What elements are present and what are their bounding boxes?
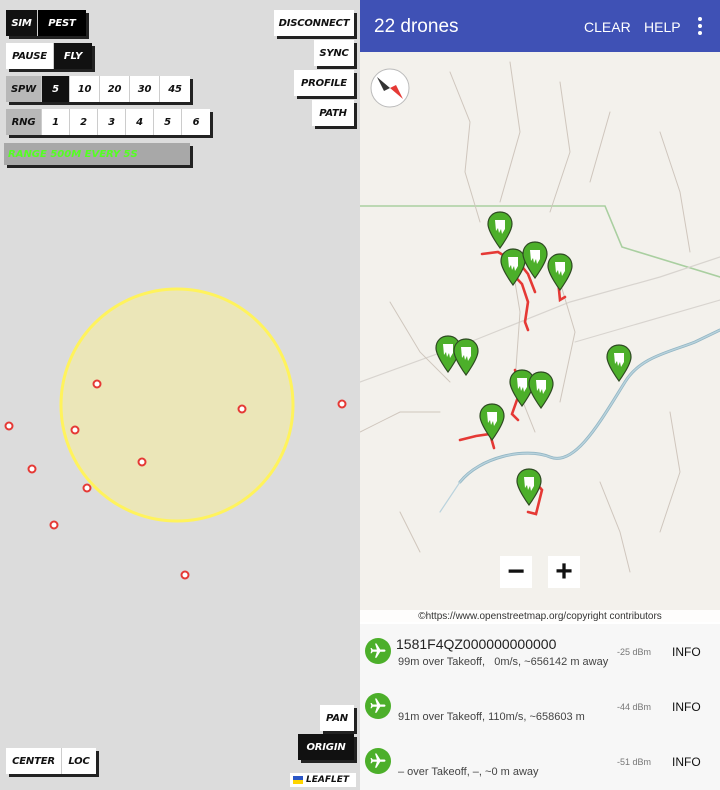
app-pane: 22 drones CLEAR HELP − + ©https://www.op… <box>360 0 720 790</box>
origin-button[interactable]: ORIGIN <box>298 734 354 760</box>
pest-button[interactable]: PEST <box>38 10 86 36</box>
sim-drone-marker <box>180 570 190 580</box>
sim-drone-marker <box>237 404 247 414</box>
drone-detail: 99m over Takeoff, 0m/s, ~656142 m away <box>398 656 609 668</box>
drone-list: 1581F4QZ000000000000 99m over Takeoff, 0… <box>360 624 720 790</box>
sim-drone-marker <box>337 399 347 409</box>
profile-wrap: PROFILE <box>294 70 354 96</box>
sim-mode-toggle: SIM PEST <box>6 10 86 36</box>
help-button[interactable]: HELP <box>644 19 681 35</box>
airplane-icon <box>365 748 391 774</box>
spw-5-button[interactable]: 5 <box>42 76 70 102</box>
sim-drone-marker <box>82 483 92 493</box>
leaflet-label: LEAFLET <box>306 775 350 785</box>
profile-button[interactable]: PROFILE <box>294 70 354 96</box>
drone-row[interactable]: – over Takeoff, –, ~0 m away -51 dBm INF… <box>360 734 720 789</box>
sim-drone-marker <box>70 425 80 435</box>
drone-pin-icon[interactable] <box>528 371 554 410</box>
drone-pin-icon[interactable] <box>606 344 632 383</box>
leaflet-attribution[interactable]: LEAFLET <box>290 773 356 787</box>
signal-strength: -51 dBm <box>617 757 652 767</box>
pan-wrap: PAN <box>320 705 354 731</box>
sync-wrap: SYNC <box>314 40 354 66</box>
info-button[interactable]: INFO <box>672 700 701 714</box>
info-button[interactable]: INFO <box>672 755 701 769</box>
sim-button[interactable]: SIM <box>6 10 38 36</box>
clear-button[interactable]: CLEAR <box>584 19 631 35</box>
simulator-pane: SIM PEST PAUSE FLY SPW 5 10 20 30 45 RNG… <box>0 0 360 790</box>
drone-detail: – over Takeoff, –, ~0 m away <box>398 766 539 778</box>
airplane-icon <box>365 693 391 719</box>
drone-pin-icon[interactable] <box>453 338 479 377</box>
sim-drone-marker <box>4 421 14 431</box>
disconnect-wrap: DISCONNECT <box>274 10 354 36</box>
rng-label: RNG <box>6 109 42 135</box>
airplane-icon <box>365 638 391 664</box>
range-circle <box>59 287 295 523</box>
center-loc-toggle: CENTER LOC <box>6 748 96 774</box>
center-button[interactable]: CENTER <box>6 748 62 774</box>
sync-button[interactable]: SYNC <box>314 40 354 66</box>
info-button[interactable]: INFO <box>672 645 701 659</box>
drone-pin-icon[interactable] <box>500 248 526 287</box>
drone-pin-icon[interactable] <box>516 468 542 507</box>
compass-icon[interactable] <box>370 68 410 108</box>
rng-6-button[interactable]: 6 <box>182 109 210 135</box>
fly-button[interactable]: FLY <box>54 43 92 69</box>
range-status-label: RANGE 500M EVERY 5S <box>4 143 190 165</box>
sim-drone-marker <box>49 520 59 530</box>
spw-label: SPW <box>6 76 42 102</box>
drone-row[interactable]: 91m over Takeoff, 110m/s, ~658603 m -44 … <box>360 679 720 734</box>
range-selector: RNG 1 2 3 4 5 6 <box>6 109 210 135</box>
map-view[interactable]: − + <box>360 52 720 622</box>
sim-drone-marker <box>27 464 37 474</box>
rng-4-button[interactable]: 4 <box>126 109 154 135</box>
page-title: 22 drones <box>374 16 459 37</box>
signal-strength: -25 dBm <box>617 647 652 657</box>
rng-3-button[interactable]: 3 <box>98 109 126 135</box>
signal-strength: -44 dBm <box>617 702 652 712</box>
sim-drone-marker <box>137 457 147 467</box>
path-button[interactable]: PATH <box>312 100 354 126</box>
drone-pin-icon[interactable] <box>487 211 513 250</box>
spw-45-button[interactable]: 45 <box>160 76 190 102</box>
disconnect-button[interactable]: DISCONNECT <box>274 10 354 36</box>
drone-row[interactable]: 1581F4QZ000000000000 99m over Takeoff, 0… <box>360 624 720 679</box>
app-bar: 22 drones CLEAR HELP <box>360 0 720 52</box>
map-canvas <box>360 61 720 573</box>
zoom-out-button[interactable]: − <box>500 555 532 588</box>
spawn-selector: SPW 5 10 20 30 45 <box>6 76 190 102</box>
zoom-in-button[interactable]: + <box>548 555 580 588</box>
sim-drone-marker <box>92 379 102 389</box>
drone-pin-icon[interactable] <box>547 253 573 292</box>
spw-10-button[interactable]: 10 <box>70 76 100 102</box>
loc-button[interactable]: LOC <box>62 748 96 774</box>
map-attribution: ©https://www.openstreetmap.org/copyright… <box>360 610 720 624</box>
drone-id: 1581F4QZ000000000000 <box>396 636 557 652</box>
pause-button[interactable]: PAUSE <box>6 43 54 69</box>
spw-30-button[interactable]: 30 <box>130 76 160 102</box>
pan-button[interactable]: PAN <box>320 705 354 731</box>
rng-1-button[interactable]: 1 <box>42 109 70 135</box>
more-vert-icon[interactable] <box>696 17 704 37</box>
flight-toggle: PAUSE FLY <box>6 43 92 69</box>
ukraine-flag-icon <box>293 776 303 784</box>
origin-wrap: ORIGIN <box>298 734 354 760</box>
path-wrap: PATH <box>312 100 354 126</box>
spw-20-button[interactable]: 20 <box>100 76 130 102</box>
rng-2-button[interactable]: 2 <box>70 109 98 135</box>
drone-detail: 91m over Takeoff, 110m/s, ~658603 m <box>398 711 585 723</box>
rng-5-button[interactable]: 5 <box>154 109 182 135</box>
